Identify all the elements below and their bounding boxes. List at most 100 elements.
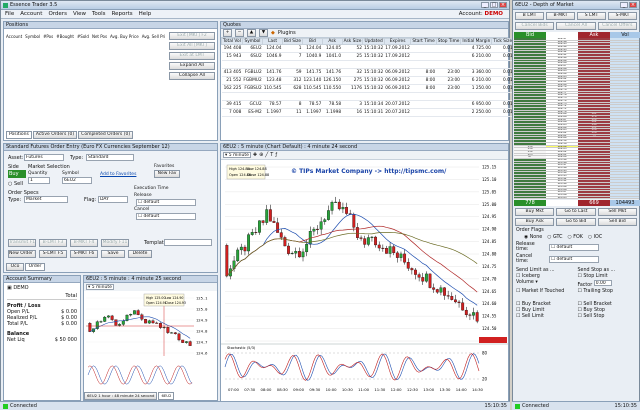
asset-select[interactable]: Futures: [24, 154, 64, 161]
type-select[interactable]: Standard: [86, 154, 134, 161]
order-button[interactable]: S-MKT F6: [70, 250, 98, 258]
oco-tab[interactable]: Oco: [6, 263, 24, 271]
dom-top-button[interactable]: B LMT: [515, 12, 544, 20]
dom-cancel-button[interactable]: Cancel Offers: [597, 22, 637, 30]
positions-tab[interactable]: Positions: [6, 131, 32, 139]
quotes-row[interactable]: 194 408 6EU2 124.04 1 124.04 124.05 52 15:10:32…: [221, 44, 514, 53]
text-icon[interactable]: T: [270, 152, 273, 158]
template-select[interactable]: [164, 239, 212, 246]
bracket-checkbox[interactable]: ☐ Sell Bracket: [578, 302, 637, 307]
dom-mid-button[interactable]: Buy Mkt: [515, 208, 555, 216]
flag-select[interactable]: DAY: [98, 196, 128, 203]
release-input[interactable]: ☐ default: [136, 199, 196, 206]
buy-radio[interactable]: Buy: [8, 170, 26, 178]
add-favorites-link[interactable]: Add to Favorites: [100, 172, 136, 177]
menu-view[interactable]: View: [73, 11, 86, 17]
dom-minimize-button[interactable]: _: [620, 2, 628, 8]
remove-symbol-button[interactable]: −: [235, 29, 244, 37]
menu-tools[interactable]: Tools: [92, 11, 106, 17]
bracket-checkbox[interactable]: ☐ Sell Stop: [578, 314, 637, 319]
symbol-input[interactable]: 6EU2: [62, 177, 92, 184]
order-button[interactable]: Transmit F12: [8, 239, 36, 247]
flag-radio[interactable]: ○ IOC: [588, 235, 602, 240]
positions-tab[interactable]: Completed Orders (0): [78, 131, 134, 139]
minimize-button[interactable]: _: [481, 2, 489, 8]
bracket-checkbox[interactable]: ☐ Buy Bracket: [516, 302, 575, 307]
draw-line-icon[interactable]: ╱: [265, 152, 268, 158]
dom-top-button[interactable]: B-MKT: [546, 12, 575, 20]
dom-mid-button[interactable]: Go to Bid: [556, 218, 596, 226]
quotes-row[interactable]: 7 008 ES-M2 1.1997 11 1.1997 1.1998 16 15:10:31…: [221, 108, 514, 117]
dom-cancel-button[interactable]: Cancel All: [556, 22, 596, 30]
bracket-checkbox[interactable]: ☐ Sell Limit: [516, 314, 575, 319]
small-chart-tab-6eu2[interactable]: 6EU2: [158, 392, 175, 400]
dom-mid-button[interactable]: Go to Last: [556, 208, 596, 216]
positions-tab[interactable]: Active Orders (0): [32, 131, 78, 139]
menu-help[interactable]: Help: [139, 11, 152, 17]
volume-field[interactable]: Volume ▾: [516, 280, 575, 288]
plugins-menu[interactable]: Plugins: [278, 30, 296, 36]
up-button[interactable]: ▲: [247, 29, 256, 37]
zoom-icon[interactable]: ⊕: [259, 152, 263, 158]
small-chart-canvas[interactable]: 125.1 125.0 124.9 124.8 124.7 124.6 High 125.0…: [84, 292, 217, 392]
dom-top-button[interactable]: S-MKT: [608, 12, 637, 20]
release-time-input[interactable]: ☐ default: [549, 243, 599, 251]
order-tab[interactable]: Order: [25, 263, 45, 271]
flag-radio[interactable]: ○ GTC: [547, 235, 562, 240]
small-chart-tab-1h[interactable]: 6EU2 1 hour : 48 minute 24 second: [84, 392, 158, 400]
order-type-select[interactable]: Market: [24, 196, 68, 203]
stop-limit-checkbox[interactable]: ☐ Stop Limit: [578, 274, 637, 279]
bracket-checkbox[interactable]: ☐ Buy Stop: [578, 308, 637, 313]
maximize-button[interactable]: □: [490, 2, 498, 8]
dom-mid-button[interactable]: Buy Ask: [515, 218, 555, 226]
cancel-time-input[interactable]: ☐ default: [549, 255, 599, 263]
new-fav-button[interactable]: New Fav: [154, 170, 180, 178]
add-symbol-button[interactable]: +: [223, 29, 232, 37]
dom-top-button[interactable]: S LMT: [577, 12, 606, 20]
dom-close-button[interactable]: ×: [629, 2, 637, 8]
menu-orders[interactable]: Orders: [48, 11, 67, 17]
cancel-input[interactable]: ☐ default: [136, 213, 196, 220]
mit-checkbox[interactable]: ☐ Market If Touched: [516, 289, 575, 294]
interval-select[interactable]: ▾ 5 minute: [86, 284, 114, 290]
positions-button[interactable]: Expand All: [169, 62, 215, 70]
order-button[interactable]: New Order F8: [8, 250, 36, 258]
factor-input[interactable]: 0.00: [593, 280, 612, 286]
positions-button[interactable]: Exit at LMT: [169, 52, 215, 60]
sell-radio[interactable]: ○ Sell: [8, 180, 23, 188]
indicator-icon[interactable]: ƒ: [275, 152, 277, 158]
positions-button[interactable]: Exit All [MKT]: [169, 42, 215, 50]
dom-mid-button[interactable]: Sell Bid: [597, 218, 637, 226]
dom-cancel-button[interactable]: Cancel Bids: [515, 22, 555, 30]
down-button[interactable]: ▼: [259, 29, 268, 37]
factor-field[interactable]: Factor 0.00: [578, 280, 637, 288]
positions-button[interactable]: Exit [MKT] F2: [169, 32, 215, 40]
big-interval-select[interactable]: ▾ 5 minute: [223, 152, 251, 158]
menu-reports[interactable]: Reports: [112, 11, 133, 17]
quotes-row[interactable]: 39 415 GCU2 78.57 8 78.57 78.58 3 15:10:34 20.07…: [221, 100, 514, 109]
dom-ladder[interactable]: 124.97 124.96 124.95 124.94 124.93 124.92 124.…: [514, 38, 639, 200]
menu-account[interactable]: Account: [20, 11, 42, 17]
dom-ladder-row[interactable]: 123.85: [514, 196, 639, 200]
crosshair-icon[interactable]: ✚: [253, 152, 257, 158]
quantity-input[interactable]: 1: [28, 177, 50, 184]
quotes-row[interactable]: 21 552 FGBMU2 123.48 312 123.140 126.150 275 15…: [221, 76, 514, 85]
flag-radio[interactable]: ○ FOK: [568, 235, 583, 240]
quotes-row[interactable]: 413 405 FGBLU2 141.76 59 141.75 141.76 32 15:10…: [221, 68, 514, 77]
big-chart-canvas[interactable]: 125.15 125.10 125.05 125.00 124.95 124.90 124.…: [221, 161, 508, 401]
quotes-row[interactable]: 15 943 6SU2 1046.9 7 1040.9 1041.0 25 15:10:32 1…: [221, 52, 514, 61]
order-button[interactable]: S-LMT F5: [39, 250, 67, 258]
iceberg-checkbox[interactable]: ☐ Iceberg: [516, 274, 575, 279]
order-button[interactable]: B-LMT F3: [39, 239, 67, 247]
quotes-row[interactable]: [221, 60, 514, 69]
quotes-row[interactable]: [221, 92, 514, 101]
menu-file[interactable]: File: [5, 11, 14, 17]
positions-button[interactable]: Collapse All: [169, 72, 215, 80]
trailing-stop-checkbox[interactable]: ☐ Trailing Stop: [578, 289, 637, 294]
order-button[interactable]: Save: [101, 250, 125, 258]
order-button[interactable]: Modify F11: [101, 239, 129, 247]
close-button[interactable]: ×: [499, 2, 507, 8]
bracket-checkbox[interactable]: ☐ Buy Limit: [516, 308, 575, 313]
dom-mid-button[interactable]: Sell Mkt: [597, 208, 637, 216]
flag-radio[interactable]: ◉ None: [524, 235, 542, 240]
